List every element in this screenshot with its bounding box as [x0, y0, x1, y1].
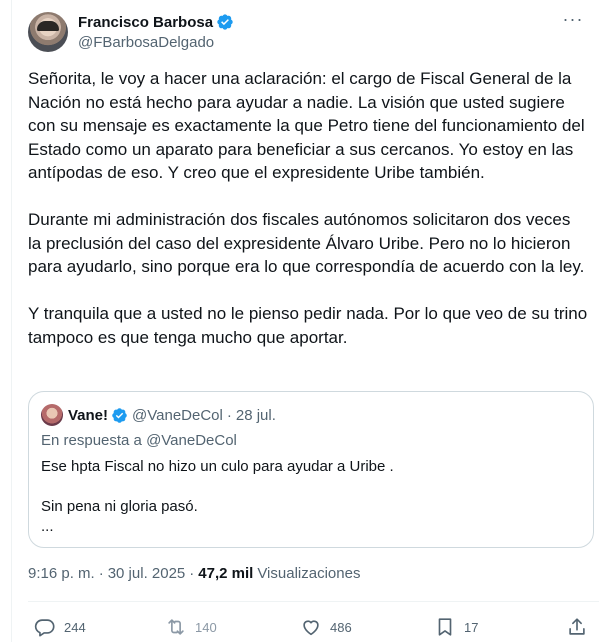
quoted-line: Ese hpta Fiscal no hizo un culo para ayu…: [41, 458, 394, 475]
verified-badge-icon: [112, 407, 127, 423]
quoted-tweet-text: Ese hpta Fiscal no hizo un culo para ayu…: [41, 457, 581, 537]
bookmark-button[interactable]: 17: [434, 614, 478, 640]
views-count[interactable]: 47,2 mil: [198, 565, 253, 582]
repost-button[interactable]: 140: [165, 614, 217, 640]
quoted-author-display-name: Vane!: [68, 406, 109, 424]
quoted-line: ...: [41, 518, 54, 535]
share-icon: [569, 618, 585, 635]
tweet-time[interactable]: 9:16 p. m.: [28, 565, 95, 582]
repost-count: 140: [195, 619, 217, 635]
more-dots-icon[interactable]: ···: [561, 10, 585, 32]
reply-count: 244: [64, 619, 86, 635]
quoted-tweet[interactable]: Vane! @VaneDeCol · 28 jul. En respuesta …: [28, 391, 594, 548]
reply-icon: [34, 619, 55, 637]
like-count: 486: [330, 619, 352, 635]
tweet-paragraph: Señorita, le voy a hacer una aclaración:…: [28, 69, 585, 182]
verified-badge-icon: [217, 14, 233, 30]
quoted-author-handle: @VaneDeCol: [132, 406, 223, 424]
author-names: Francisco Barbosa @FBarbosaDelgado: [78, 12, 234, 51]
meta-separator: ·: [189, 565, 195, 582]
reply-button[interactable]: 244: [34, 614, 86, 640]
tweet-detail: Francisco Barbosa @FBarbosaDelgado ··· S…: [0, 0, 599, 642]
quoted-tweet-header: Vane! @VaneDeCol · 28 jul.: [41, 404, 276, 426]
tweet-paragraph: Durante mi administración dos fiscales a…: [28, 210, 585, 276]
share-button[interactable]: [566, 614, 588, 640]
tweet-text: Señorita, le voy a hacer una aclaración:…: [28, 67, 588, 373]
tweet-date[interactable]: 30 jul. 2025: [108, 565, 186, 582]
action-bar: 244 140 486 17: [28, 614, 591, 642]
meta-separator: ·: [226, 406, 232, 424]
like-button[interactable]: 486: [300, 614, 352, 640]
author-avatar[interactable]: [28, 12, 68, 52]
tweet-header: Francisco Barbosa @FBarbosaDelgado ···: [28, 10, 585, 54]
bookmark-icon: [438, 618, 452, 636]
tweet-metadata: 9:16 p. m. · 30 jul. 2025 · 47,2 mil Vis…: [28, 565, 360, 582]
heart-icon: [303, 620, 319, 636]
repost-icon: [168, 619, 184, 635]
bookmark-count: 17: [464, 619, 479, 635]
author-display-name[interactable]: Francisco Barbosa: [78, 14, 213, 31]
divider: [28, 601, 599, 602]
views-label[interactable]: Visualizaciones: [257, 565, 360, 582]
quoted-author-avatar: [41, 404, 63, 426]
author-handle[interactable]: @FBarbosaDelgado: [78, 34, 234, 51]
reply-context: En respuesta a @VaneDeCol: [41, 432, 237, 449]
quoted-line: Sin pena ni gloria pasó.: [41, 498, 198, 515]
meta-separator: ·: [98, 565, 104, 582]
quoted-line: [41, 477, 581, 497]
quoted-tweet-date: 28 jul.: [235, 406, 276, 424]
tweet-paragraph: Y tranquila que a usted no le pienso ped…: [28, 304, 588, 347]
timeline-border: [11, 0, 12, 642]
